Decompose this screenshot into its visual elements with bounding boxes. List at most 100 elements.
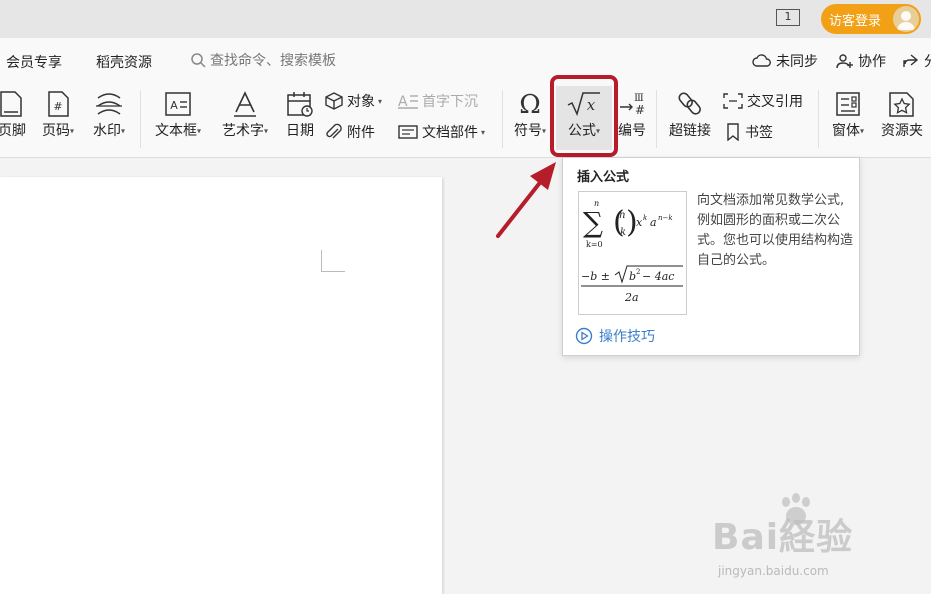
formula-preview-image: n ∑ k=0 ( n k ) x k a n−k −b ± b 2 − 4ac… (578, 191, 687, 315)
link-icon (678, 92, 701, 115)
cross-ref-label: 交叉引用 (747, 94, 803, 110)
object-label: 对象 (347, 94, 375, 110)
highlight-box (550, 75, 618, 157)
hyperlink-button[interactable]: 超链接 (664, 90, 716, 140)
watermark-brand: Bai経验 (712, 517, 854, 558)
term-a: a (650, 216, 657, 229)
search-placeholder: 查找命令、搜索模板 (210, 53, 336, 69)
resource-folder-label: 资源夹 (881, 123, 923, 139)
numbering-label: 编号 (618, 123, 646, 139)
cross-ref-button[interactable]: 交叉引用 (722, 91, 803, 111)
page-footer-icon (0, 91, 22, 117)
exp-n-k: n−k (658, 214, 673, 222)
symbol-label: 符号 (513, 123, 542, 139)
wordart-label: 艺术字 (221, 123, 264, 139)
object-button[interactable]: 对象 ▾ (324, 91, 382, 111)
exp-k: k (643, 214, 647, 222)
tips-link[interactable]: 操作技巧 (575, 326, 655, 346)
symbol-button[interactable]: Ω 符号▾ (510, 90, 550, 140)
cross-ref-icon (723, 93, 743, 109)
annotation-arrow (496, 162, 556, 238)
page-margin-mark (321, 250, 345, 272)
drop-cap-button[interactable]: A 首字下沉 (397, 91, 478, 111)
document-page[interactable] (0, 177, 442, 594)
quad-root-rest: − 4ac (642, 270, 674, 283)
insert-ribbon: 页脚 # 页码▾ 水印▾ A 文本框▾ 艺术字▾ 日期 对象 ▾ 附件 A 首字下… (0, 82, 931, 158)
doc-parts-button[interactable]: 文档部件 ▾ (397, 122, 485, 142)
ribbon-separator (656, 90, 657, 148)
textbox-icon: A (165, 92, 191, 116)
watermark-url: jingyan.baidu.com (718, 564, 829, 578)
drop-cap-icon: A (398, 94, 418, 110)
guest-login-button[interactable]: 访客登录 (821, 4, 921, 34)
doc-parts-icon (398, 125, 418, 139)
share-icon (903, 54, 919, 67)
sync-label: 未同步 (776, 54, 818, 70)
binom-top: n (619, 210, 625, 221)
header-footer-label: 页脚 (0, 123, 26, 139)
tooltip-title: 插入公式 (577, 170, 630, 185)
share-button[interactable]: 分 (902, 51, 931, 71)
collab-button[interactable]: 协作 (836, 51, 886, 71)
form-button[interactable]: 窗体▾ (826, 90, 870, 140)
term-x: x (636, 216, 643, 229)
hyperlink-label: 超链接 (669, 123, 711, 139)
cloud-icon (752, 54, 771, 67)
svg-text:#: # (53, 100, 62, 113)
textbox-button[interactable]: A 文本框▾ (148, 90, 208, 140)
wordart-icon (234, 91, 256, 117)
user-plus-icon (836, 54, 853, 69)
ribbon-separator (818, 90, 819, 148)
omega-icon: Ω (519, 90, 541, 118)
quad-root-b: b (629, 270, 636, 283)
bookmark-button[interactable]: 书签 (724, 122, 773, 142)
page-number-icon: # (48, 91, 69, 117)
svg-text:A: A (170, 99, 178, 112)
search-icon (191, 53, 206, 68)
play-circle-icon (575, 327, 593, 345)
ribbon-separator (502, 90, 503, 148)
watermark-button[interactable]: 水印▾ (86, 90, 132, 140)
header-footer-button[interactable]: 页脚 (0, 90, 30, 140)
sum-sign: ∑ (583, 206, 603, 239)
tips-link-label: 操作技巧 (599, 329, 655, 345)
paperclip-icon (326, 123, 342, 139)
attachment-button[interactable]: 附件 (324, 122, 375, 142)
quad-root-exp: 2 (636, 268, 640, 276)
menu-vip[interactable]: 会员专享 (6, 52, 62, 72)
menu-docer-resources[interactable]: 稻壳资源 (96, 52, 152, 72)
ribbon-separator (140, 90, 141, 148)
quad-denominator: 2a (624, 291, 639, 304)
star-folder-icon (889, 92, 914, 117)
collab-label: 协作 (858, 54, 886, 70)
avatar-icon (893, 6, 919, 32)
resource-folder-button[interactable]: 资源夹 (876, 90, 928, 140)
cube-icon (325, 92, 343, 110)
guest-login-label: 访客登录 (829, 13, 882, 29)
wordart-button[interactable]: 艺术字▾ (216, 90, 274, 140)
page-number-button[interactable]: # 页码▾ (36, 90, 80, 140)
insert-formula-tooltip: 插入公式 n ∑ k=0 ( n k ) x k a n−k −b ± b 2 … (562, 157, 860, 356)
numbering-button[interactable]: Ⅲ # 编号 (612, 90, 652, 140)
sum-lower-limit: k=0 (586, 240, 603, 249)
baidu-watermark: Bai経验 jingyan.baidu.com (712, 492, 912, 582)
calendar-icon (287, 92, 313, 117)
page-number-label: 页码 (41, 123, 70, 139)
window-count-badge[interactable]: 1 (776, 9, 800, 26)
title-bar: 1 访客登录 (0, 0, 931, 38)
svg-text:#: # (635, 103, 645, 117)
sync-status-button[interactable]: 未同步 (752, 51, 818, 71)
bookmark-icon (727, 123, 739, 141)
command-search[interactable]: 查找命令、搜索模板 (190, 50, 336, 70)
svg-text:Ω: Ω (519, 90, 541, 118)
textbox-label: 文本框 (154, 123, 197, 139)
attachment-label: 附件 (347, 125, 375, 141)
watermark-icon (96, 93, 122, 115)
bookmark-label: 书签 (745, 125, 773, 141)
menu-bar: 会员专享 稻壳资源 查找命令、搜索模板 未同步 协作 分 (0, 38, 931, 82)
share-label: 分 (924, 51, 931, 71)
numbering-icon: Ⅲ# (620, 93, 645, 117)
doc-parts-label: 文档部件 (422, 125, 478, 141)
date-button[interactable]: 日期 (282, 90, 318, 140)
watermark-label: 水印 (92, 123, 121, 139)
